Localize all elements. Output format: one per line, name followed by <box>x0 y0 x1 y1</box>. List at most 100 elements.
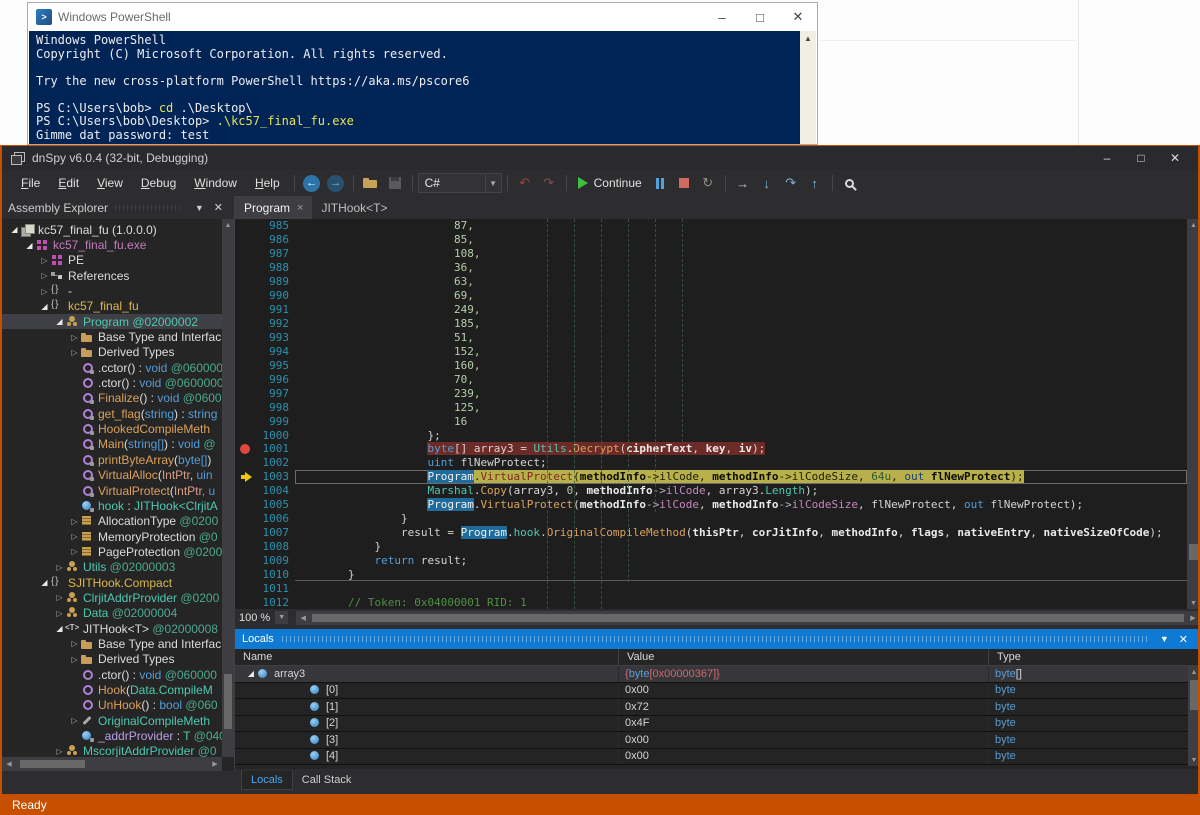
scroll-right-icon[interactable]: ▶ <box>1186 611 1200 625</box>
locals-row[interactable]: ◢array3{byte[0x00000367]}byte[] <box>235 666 1200 683</box>
code-line[interactable]: 994 152, <box>235 344 1187 358</box>
code-line[interactable]: 987 108, <box>235 247 1187 261</box>
console-scrollbar[interactable]: ▲ <box>800 31 816 145</box>
tab-call-stack[interactable]: Call Stack <box>293 771 361 789</box>
tree-item[interactable]: ▷- <box>2 283 222 298</box>
close-icon[interactable]: ✕ <box>1174 633 1193 646</box>
code-line[interactable]: 1008 } <box>235 540 1187 554</box>
expander-icon[interactable]: ◢ <box>23 241 36 250</box>
locals-row[interactable]: [3]0x00byte <box>235 732 1200 749</box>
scroll-left-icon[interactable]: ◀ <box>296 611 310 625</box>
breakpoint-margin[interactable] <box>235 442 255 456</box>
code-line[interactable]: 995 160, <box>235 358 1187 372</box>
code-line[interactable]: 998 125, <box>235 400 1187 414</box>
tree-item[interactable]: printByteArray(byte[]) <box>2 452 222 467</box>
tree-item[interactable]: ◢kc57_final_fu <box>2 299 222 314</box>
code-body[interactable]: result = Program.hook.OriginalCompileMet… <box>295 526 1187 540</box>
assembly-explorer-header[interactable]: Assembly Explorer ▼ ✕ <box>2 196 234 219</box>
breakpoint-margin[interactable] <box>235 289 255 303</box>
code-line[interactable]: 1007 result = Program.hook.OriginalCompi… <box>235 526 1187 540</box>
code-body[interactable]: Marshal.Copy(array3, 0, methodInfo->ilCo… <box>295 484 1187 498</box>
locals-row[interactable]: [0]0x00byte <box>235 683 1200 700</box>
navigate-forward-button[interactable]: → <box>324 172 348 194</box>
language-combobox[interactable]: C# ▼ <box>418 173 502 193</box>
code-line[interactable]: 999 16 <box>235 414 1187 428</box>
breakpoint-margin[interactable] <box>235 484 255 498</box>
menu-help[interactable]: Help <box>246 172 289 194</box>
expander-icon[interactable]: ▷ <box>68 716 81 725</box>
step-out-button[interactable]: ↑ <box>803 172 827 194</box>
tree-item[interactable]: hook : JITHook<ClrjitA <box>2 498 222 513</box>
scroll-up-icon[interactable]: ▲ <box>1187 219 1200 231</box>
code-line[interactable]: 993 51, <box>235 331 1187 345</box>
menu-debug[interactable]: Debug <box>132 172 185 194</box>
expander-icon[interactable]: ◢ <box>38 302 51 311</box>
code-body[interactable]: // Token: 0x04000001 RID: 1 <box>295 595 1187 609</box>
expander-icon[interactable]: ▷ <box>68 348 81 357</box>
code-line[interactable]: 990 69, <box>235 289 1187 303</box>
scrollbar-thumb[interactable] <box>20 760 85 768</box>
locals-vertical-scrollbar[interactable]: ▲ ▼ <box>1188 666 1200 766</box>
tree-item[interactable]: ▷Base Type and Interfac <box>2 636 222 651</box>
tree-item[interactable]: _addrProvider : T @040 <box>2 728 222 743</box>
tree-item[interactable]: Finalize() : void @0600 <box>2 391 222 406</box>
code-body[interactable]: Program.VirtualProtect(methodInfo->ilCod… <box>295 498 1187 512</box>
expander-icon[interactable]: ▷ <box>68 639 81 648</box>
tree-item[interactable]: ▷PageProtection @0200 <box>2 544 222 559</box>
code-body[interactable]: 239, <box>295 386 1187 400</box>
tree-item[interactable]: ▷Utils @02000003 <box>2 560 222 575</box>
breakpoint-margin[interactable] <box>235 386 255 400</box>
minimize-icon[interactable]: – <box>703 4 741 30</box>
code-line[interactable]: 1006 } <box>235 512 1187 526</box>
tree-item[interactable]: ▷MscorjitAddrProvider @0 <box>2 744 222 757</box>
breakpoint-margin[interactable] <box>235 344 255 358</box>
expander-icon[interactable]: ▷ <box>68 655 81 664</box>
breakpoint-margin[interactable] <box>235 554 255 568</box>
code-body[interactable]: } <box>295 540 1187 554</box>
breakpoint-margin[interactable] <box>235 358 255 372</box>
code-body[interactable]: 85, <box>295 233 1187 247</box>
code-line[interactable]: 1012 // Token: 0x04000001 RID: 1 <box>235 595 1187 609</box>
locals-row[interactable]: [1]0x72byte <box>235 699 1200 716</box>
breakpoint-margin[interactable] <box>235 595 255 609</box>
breakpoint-margin[interactable] <box>235 233 255 247</box>
tree-item[interactable]: ▷MemoryProtection @0 <box>2 529 222 544</box>
code-body[interactable]: }; <box>295 428 1187 442</box>
close-icon[interactable]: ✕ <box>779 4 817 30</box>
breakpoint-margin[interactable] <box>235 567 255 581</box>
expander-icon[interactable]: ▷ <box>38 271 51 280</box>
expander-icon[interactable]: ▷ <box>53 609 66 618</box>
tree-item[interactable]: Hook(Data.CompileM <box>2 682 222 697</box>
code-body[interactable]: 249, <box>295 303 1187 317</box>
code-line[interactable]: 992 185, <box>235 317 1187 331</box>
scrollbar-thumb[interactable] <box>1189 544 1198 560</box>
expander-icon[interactable]: ◢ <box>53 317 66 326</box>
expander-icon[interactable]: ▷ <box>68 532 81 541</box>
scrollbar-thumb[interactable] <box>224 674 232 729</box>
breakpoint-margin[interactable] <box>235 498 255 512</box>
code-body[interactable] <box>295 581 1187 595</box>
scroll-right-icon[interactable]: ▶ <box>208 757 222 771</box>
breakpoint-margin[interactable] <box>235 247 255 261</box>
locals-titlebar[interactable]: Locals ▼ ✕ <box>235 629 1200 649</box>
code-line[interactable]: 1002 uint flNewProtect; <box>235 456 1187 470</box>
continue-button[interactable]: Continue <box>572 172 648 194</box>
undo-button[interactable]: ↶ <box>513 172 537 194</box>
breakpoint-margin[interactable] <box>235 414 255 428</box>
tree-item[interactable]: ▷PE <box>2 253 222 268</box>
breakpoint-margin[interactable] <box>235 470 255 484</box>
breakpoint-margin[interactable] <box>235 540 255 554</box>
menu-view[interactable]: View <box>88 172 132 194</box>
code-line[interactable]: 1009 return result; <box>235 554 1187 568</box>
breakpoint-margin[interactable] <box>235 581 255 595</box>
code-body[interactable]: 63, <box>295 275 1187 289</box>
menu-edit[interactable]: Edit <box>49 172 88 194</box>
chevron-down-icon[interactable]: ▼ <box>275 611 288 624</box>
code-body[interactable]: uint flNewProtect; <box>295 456 1187 470</box>
tree-vertical-scrollbar[interactable]: ▲ <box>222 219 234 757</box>
breakpoint-margin[interactable] <box>235 275 255 289</box>
scroll-up-icon[interactable]: ▲ <box>222 219 234 231</box>
tree-item[interactable]: ▷Data @02000004 <box>2 606 222 621</box>
code-line[interactable]: 989 63, <box>235 275 1187 289</box>
expander-icon[interactable]: ▷ <box>38 256 51 265</box>
